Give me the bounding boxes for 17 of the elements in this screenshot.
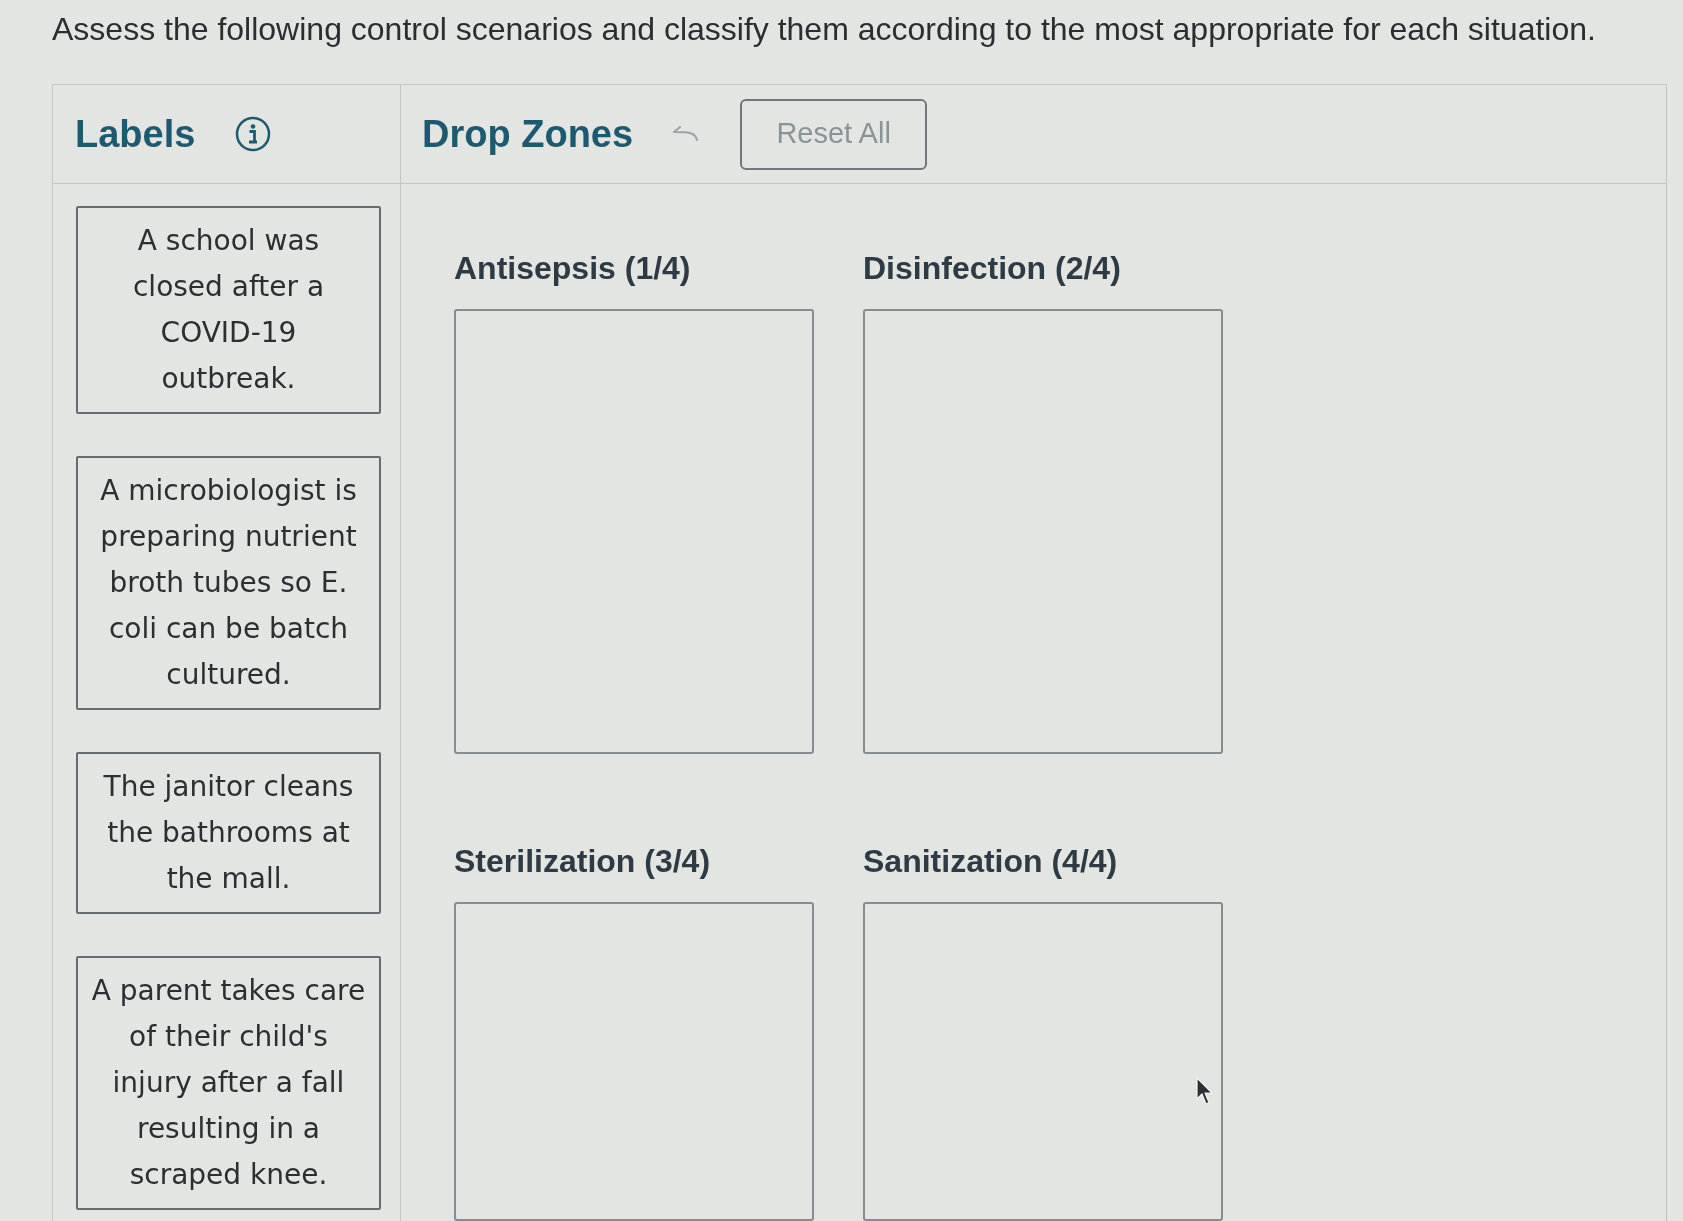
drop-zones-heading: Drop Zones — [422, 111, 634, 157]
drop-zone-title: Sterilization (3/4) — [454, 842, 712, 880]
scenario-label-card[interactable]: A parent takes care of their child's injury after a fall resulting in a scraped knee. — [76, 956, 381, 1210]
mouse-pointer-icon — [1196, 1077, 1214, 1105]
scenario-label-card[interactable]: The janitor cleans the bathrooms at the mall. — [76, 752, 381, 914]
scenario-label-card[interactable]: A school was closed after a COVID-19 outbreak. — [76, 206, 381, 414]
drop-zone-title: Antisepsis (1/4) — [454, 249, 692, 287]
drop-zone-field[interactable] — [863, 309, 1223, 754]
drop-zone-field[interactable] — [863, 902, 1223, 1221]
labels-heading: Labels — [75, 111, 196, 157]
instruction-text: Assess the following control scenarios and classify them according to the most appropriate for each situation. — [51, 10, 1597, 48]
drop-zone-field[interactable] — [454, 309, 814, 754]
drop-zone-title: Disinfection (2/4) — [863, 249, 1122, 287]
scenario-label-card[interactable]: A microbiologist is preparing nutrient broth tubes so E. coli can be batch cultured. — [76, 456, 381, 710]
drop-zone-field[interactable] — [454, 902, 814, 1221]
drop-zone-title: Sanitization (4/4) — [863, 842, 1119, 880]
info-icon[interactable] — [235, 116, 272, 152]
